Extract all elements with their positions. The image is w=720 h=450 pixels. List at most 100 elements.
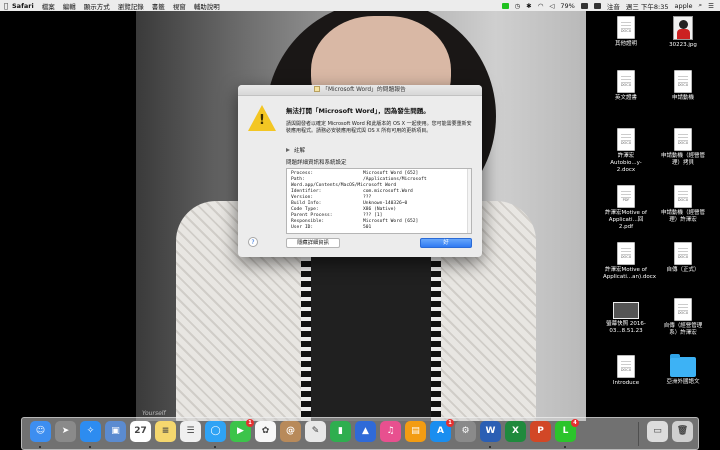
apple-icon[interactable]: : [0, 2, 12, 10]
desktop-file[interactable]: DOCX 自傳（經營管理系）許澤宏: [660, 298, 706, 337]
clock-status-icon[interactable]: ◷: [515, 2, 521, 10]
contacts-glyph: @: [286, 426, 295, 436]
help-button[interactable]: ?: [248, 237, 258, 247]
docx-file-icon: DOCX: [617, 70, 635, 93]
numbers-glyph: ▮: [338, 426, 343, 436]
volume-icon[interactable]: ◁: [549, 2, 554, 10]
desktop-file[interactable]: DOCX 英文證書: [603, 70, 649, 102]
desktop-folder[interactable]: 亞洲外國語文: [660, 354, 706, 386]
line-icon[interactable]: L4: [555, 419, 579, 442]
file-label: 30223.jpg: [669, 42, 697, 48]
battery-percent[interactable]: 79%: [560, 2, 574, 10]
wifi-icon[interactable]: ◠: [538, 2, 544, 10]
desktop-file[interactable]: DOCX 許澤宏Autobio...y-2.docx: [603, 128, 649, 174]
system-preferences-icon[interactable]: ⚙: [455, 421, 476, 442]
textedit-icon[interactable]: ✎: [305, 421, 326, 442]
facetime-glyph: ▶: [237, 426, 244, 436]
appstore-glyph: A: [437, 426, 444, 436]
document-icon: [314, 86, 321, 92]
desktop-file[interactable]: DOCX 申請動機: [660, 70, 706, 102]
downloads-folder-icon[interactable]: ▭: [647, 421, 668, 442]
file-label: 許澤宏Autobio...y-2.docx: [610, 153, 642, 173]
word-icon[interactable]: W: [480, 421, 501, 442]
hide-details-button[interactable]: 隱藏詳細資訊: [286, 238, 340, 248]
trash-icon[interactable]: 🗑: [672, 421, 693, 442]
contacts-icon[interactable]: @: [280, 421, 301, 442]
safari-glyph: ✧: [86, 426, 95, 436]
status-area: ◷ ✱ ◠ ◁ 79% 注音 週三 下午8:35 apple ⌕ ☰: [501, 1, 720, 11]
reminders-icon[interactable]: ☰: [180, 421, 201, 442]
system-preferences-glyph: ⚙: [461, 426, 470, 436]
notification-center-icon[interactable]: ☰: [708, 2, 714, 10]
itunes-icon[interactable]: ♫: [380, 421, 401, 442]
line-status-icon[interactable]: [501, 2, 509, 9]
spotlight-icon[interactable]: ⌕: [699, 1, 703, 10]
file-label: 其他證明: [614, 41, 637, 47]
menu-history[interactable]: 瀏覽記錄: [118, 1, 144, 11]
disclosure-triangle-icon[interactable]: [286, 148, 290, 152]
numbers-icon[interactable]: ▮: [330, 421, 351, 442]
calendar-icon[interactable]: 27: [130, 421, 151, 442]
desktop-file[interactable]: DOCX 申請動機（經營管理）拷貝: [660, 128, 706, 167]
file-label: 英文證書: [614, 95, 637, 101]
file-label: 自傳（正式）: [666, 267, 700, 273]
powerpoint-glyph: P: [537, 426, 544, 436]
safari-icon[interactable]: ✧: [80, 421, 101, 442]
desktop-file[interactable]: DOCX 許澤宏Motive of Applicati...an).docx: [603, 242, 656, 281]
menu-view[interactable]: 顯示方式: [84, 1, 110, 11]
dialog-headline: 無法打開「Microsoft Word」，因為發生問題。: [286, 107, 430, 115]
keynote-icon[interactable]: ▲: [355, 421, 376, 442]
clock[interactable]: 週三 下午8:35: [626, 1, 669, 11]
problem-details-textarea[interactable]: Process: Microsoft Word [652] Path:/Appli…: [286, 168, 472, 234]
messages-icon[interactable]: ◯: [205, 421, 226, 442]
reminders-glyph: ☰: [186, 426, 195, 436]
textedit-glyph: ✎: [311, 426, 320, 436]
running-indicator: [89, 446, 91, 448]
menu-file[interactable]: 檔案: [42, 1, 55, 11]
dialog-titlebar[interactable]: 「Microsoft Word」的問題報告: [238, 85, 482, 96]
line-glyph: L: [562, 426, 569, 436]
desktop-file[interactable]: PDF 許澤宏Motive of Applicati...回 2.pdf: [603, 185, 649, 231]
battery-icon[interactable]: [580, 2, 588, 9]
docx-file-icon: DOCX: [674, 185, 692, 208]
notes-icon[interactable]: ≡: [155, 421, 176, 442]
running-indicator: [489, 446, 491, 448]
docx-file-icon: DOCX: [674, 298, 692, 321]
preview-icon[interactable]: ▣: [105, 421, 126, 442]
desktop-file[interactable]: 螢幕快照 2016-03...8.51.23: [603, 298, 649, 335]
menu-app-name[interactable]: Safari: [12, 2, 34, 10]
file-label: 申請動機（經營管理）拷貝: [660, 153, 705, 166]
appstore-icon[interactable]: A1: [430, 419, 454, 442]
powerpoint-icon[interactable]: P: [530, 421, 551, 442]
user-name[interactable]: apple: [674, 2, 692, 10]
comments-disclosure[interactable]: 註解: [286, 146, 305, 154]
input-method[interactable]: 注音: [607, 1, 620, 11]
menu-bookmarks[interactable]: 書籤: [152, 1, 165, 11]
desktop-file[interactable]: DOCX 自傳（正式）: [660, 242, 706, 274]
menu-window[interactable]: 視窗: [173, 1, 186, 11]
facetime-badge: 1: [246, 419, 254, 427]
desktop-file[interactable]: 30223.jpg: [660, 16, 706, 49]
desktop-file[interactable]: DOCX 其他證明: [603, 16, 649, 48]
photo-file-icon: [673, 16, 693, 40]
file-label: 申請動機: [671, 95, 694, 101]
launchpad-icon[interactable]: ➤: [55, 421, 76, 442]
docx-file-icon: DOCX: [617, 128, 635, 151]
photos-icon[interactable]: ✿: [255, 421, 276, 442]
finder-icon[interactable]: ☺: [30, 421, 51, 442]
dialog-description: 請與開發者以確定 Microsoft Word 和此版本的 OS X 一起使用。…: [286, 121, 472, 134]
desktop-file[interactable]: DOCX Introduce: [603, 355, 649, 387]
facetime-icon[interactable]: ▶ 1: [230, 419, 254, 442]
ibooks-icon[interactable]: ▤: [405, 421, 426, 442]
desktop-file[interactable]: DOCX 申請動機（經營管理）許澤宏: [660, 185, 706, 224]
bluetooth-icon[interactable]: ✱: [526, 2, 531, 10]
appstore-badge: 1: [446, 419, 454, 427]
menu-help[interactable]: 輔助說明: [194, 1, 220, 11]
excel-icon[interactable]: X: [505, 421, 526, 442]
menu-edit[interactable]: 編輯: [63, 1, 76, 11]
warning-exclamation: !: [259, 113, 265, 128]
ok-button[interactable]: 好: [420, 238, 472, 248]
finder-glyph: ☺: [35, 426, 46, 436]
flag-icon[interactable]: [593, 2, 601, 9]
report-scrollbar[interactable]: [467, 169, 471, 233]
